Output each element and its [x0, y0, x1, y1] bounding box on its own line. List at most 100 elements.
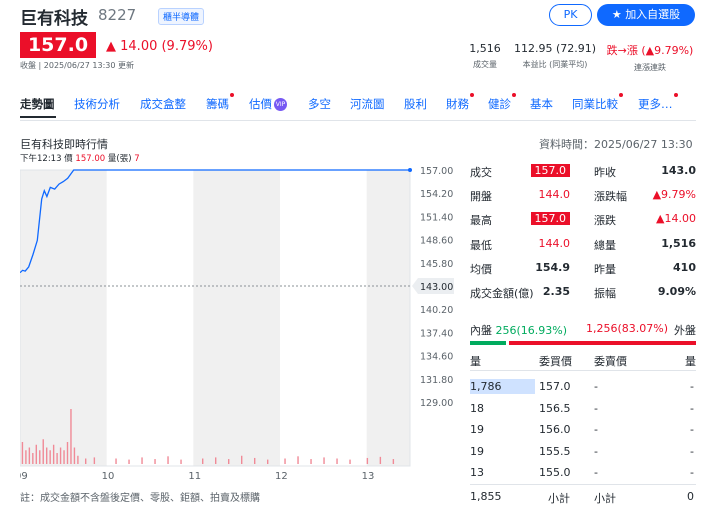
ask-volume[interactable]: -	[690, 380, 694, 393]
quote-value: 9.09%	[657, 285, 696, 298]
tab-basic[interactable]: 基本	[530, 96, 553, 112]
y-tick-label: 131.80	[420, 375, 453, 386]
quote-value: ▲9.79%	[652, 188, 696, 202]
quote-label: 均價	[470, 262, 492, 276]
tab-dividend[interactable]: 股利	[404, 96, 427, 112]
quote-label: 昨收	[594, 166, 616, 179]
notification-dot	[673, 93, 678, 97]
quote-label: 開盤	[470, 190, 492, 204]
pk-button[interactable]: PK	[549, 4, 592, 26]
stat-value: 1,516	[469, 42, 501, 55]
bid-volume[interactable]: 1,786	[470, 380, 502, 393]
volume-bar	[167, 456, 169, 464]
y-tick-label: 129.00	[420, 398, 453, 409]
bid-volume[interactable]: 18	[470, 402, 484, 415]
ob-header-ask: 委賣價	[594, 355, 627, 368]
bid-price[interactable]: 155.5	[539, 445, 571, 458]
tab-finance[interactable]: 財務	[446, 93, 474, 112]
tab-volume-box[interactable]: 成交盒整	[140, 96, 186, 112]
volume-bar	[241, 455, 243, 464]
volume-bar	[323, 457, 325, 464]
close-time: 收盤 | 2025/06/27 13:30 更新	[20, 61, 135, 70]
volume-bar	[52, 444, 55, 464]
volume-bar	[70, 409, 72, 464]
add-watchlist-button[interactable]: ★ 加入自選股	[597, 4, 695, 26]
star-icon: ★	[611, 8, 622, 21]
hour-band	[366, 170, 410, 466]
ask-price[interactable]: -	[594, 466, 598, 479]
bid-volume[interactable]: 19	[470, 423, 484, 436]
tab-valuation[interactable]: 估價 VIP	[249, 96, 287, 112]
ask-price[interactable]: -	[594, 402, 598, 415]
quote-value: 1,516	[661, 236, 696, 250]
bid-price[interactable]: 156.5	[539, 402, 571, 415]
price-change: ▲ 14.00 (9.79%)	[106, 39, 213, 54]
ask-price[interactable]: -	[594, 380, 598, 393]
subtotal-label-ask: 小計	[594, 492, 616, 505]
tab-long-short[interactable]: 多空	[308, 96, 331, 112]
tab-label: 健診	[488, 97, 511, 111]
stat-label: 成交量	[473, 60, 497, 69]
hour-band	[193, 170, 280, 466]
volume-bar	[73, 447, 76, 464]
volume-bar	[56, 453, 58, 464]
ask-volume[interactable]: -	[690, 423, 694, 436]
volume-bar	[297, 456, 299, 464]
add-watchlist-label: 加入自選股	[625, 8, 681, 21]
y-tick-label: 140.20	[420, 305, 453, 316]
reference-price-label: 143.00	[420, 282, 453, 293]
bid-price[interactable]: 155.0	[539, 466, 571, 479]
tab-chips[interactable]: 籌碼	[206, 93, 234, 112]
stat-volume: 1,516 成交量	[462, 42, 508, 70]
out-label: 外盤	[674, 324, 696, 337]
info-volume-label: 量(張)	[107, 154, 132, 164]
volume-bar	[141, 457, 143, 464]
stock-code: 8227	[98, 6, 137, 24]
volume-bar	[21, 442, 24, 464]
intraday-chart[interactable]: 157.00 154.20 151.40 148.60 145.80 140.20 137.…	[20, 164, 460, 486]
in-out-volume: 內盤 256(16.93%) 1,256(83.07%) 外盤	[470, 322, 696, 338]
volume-bar	[59, 447, 62, 464]
info-time: 下午12:13	[20, 154, 62, 164]
in-label: 內盤	[470, 324, 492, 337]
ask-volume[interactable]: -	[690, 445, 694, 458]
tab-more[interactable]: 更多…	[638, 93, 678, 112]
ask-volume[interactable]: -	[690, 466, 694, 479]
volume-bar	[39, 450, 41, 464]
volume-bar	[310, 459, 312, 464]
bid-volume[interactable]: 19	[470, 445, 484, 458]
ask-volume[interactable]: -	[690, 402, 694, 415]
sector-badge[interactable]: 櫃半導體	[158, 8, 205, 25]
volume-bar	[115, 458, 117, 464]
bid-price[interactable]: 156.0	[539, 423, 571, 436]
volume-bar	[267, 459, 269, 464]
divider	[20, 120, 696, 121]
ask-price[interactable]: -	[594, 445, 598, 458]
tab-trend[interactable]: 走勢圖	[20, 96, 55, 112]
volume-bar	[93, 457, 96, 464]
volume-bar	[66, 442, 69, 464]
bid-price[interactable]: 157.0	[539, 380, 571, 393]
tab-label: 估價	[249, 97, 272, 111]
tab-label: 更多…	[638, 97, 673, 111]
tab-label: 同業比較	[572, 97, 618, 111]
tab-technical[interactable]: 技術分析	[74, 96, 120, 112]
price-end-dot	[408, 168, 412, 172]
info-price: 157.00	[75, 154, 106, 164]
volume-bar	[32, 453, 34, 464]
chart-title: 巨有科技即時行情	[20, 138, 108, 151]
volume-bar	[254, 457, 256, 464]
volume-bar	[228, 459, 230, 464]
bid-volume[interactable]: 13	[470, 466, 484, 479]
volume-bar	[128, 459, 130, 464]
y-tick-label: 151.40	[420, 212, 453, 223]
tab-health[interactable]: 健診	[488, 93, 516, 112]
volume-bar	[349, 459, 351, 464]
volume-bar	[284, 458, 286, 464]
ask-price[interactable]: -	[594, 423, 598, 436]
chart-note: 註：成交金額不含盤後定價、零股、鉅額、拍賣及標購	[20, 493, 260, 504]
tab-peer[interactable]: 同業比較	[572, 93, 623, 112]
quote-label: 成交金額(億)	[470, 287, 534, 300]
tab-river[interactable]: 河流圖	[350, 96, 385, 112]
volume-bar	[180, 459, 182, 464]
